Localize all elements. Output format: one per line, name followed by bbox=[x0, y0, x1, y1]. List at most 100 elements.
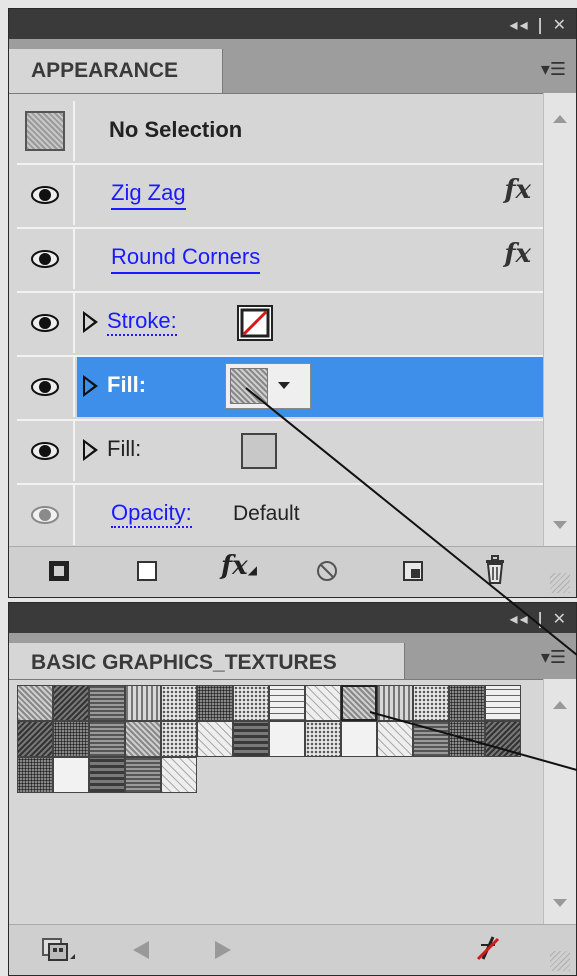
effect-link-zig-zag[interactable]: Zig Zag bbox=[111, 180, 186, 210]
fill-color-picker[interactable] bbox=[225, 363, 311, 409]
duplicate-item-icon[interactable] bbox=[403, 561, 423, 581]
tab-basic-graphics-textures[interactable]: BASIC GRAPHICS_TEXTURES bbox=[9, 643, 405, 679]
swatch-library-toolbar bbox=[9, 924, 576, 975]
delete-item-icon[interactable] bbox=[483, 555, 507, 590]
texture-swatch[interactable] bbox=[233, 721, 269, 757]
effect-link-round-corners[interactable]: Round Corners bbox=[111, 244, 261, 274]
texture-swatch[interactable] bbox=[53, 685, 89, 721]
collapse-close-controls[interactable]: ◂◂ | ✕ bbox=[510, 609, 568, 628]
next-library-icon[interactable] bbox=[215, 941, 231, 959]
add-new-effect-icon[interactable]: fx◢ bbox=[221, 551, 257, 581]
texture-swatch[interactable] bbox=[125, 721, 161, 757]
texture-swatch[interactable] bbox=[305, 721, 341, 757]
eye-icon bbox=[31, 314, 59, 332]
texture-swatch[interactable] bbox=[197, 721, 233, 757]
fill-label: Fill: bbox=[107, 372, 147, 397]
texture-swatch[interactable] bbox=[485, 721, 521, 757]
texture-swatch[interactable] bbox=[125, 685, 161, 721]
clear-appearance-icon[interactable] bbox=[315, 559, 339, 588]
add-new-stroke-icon[interactable] bbox=[49, 561, 69, 581]
texture-swatch[interactable] bbox=[197, 685, 233, 721]
none-swatch-icon[interactable] bbox=[475, 933, 501, 968]
opacity-value: Default bbox=[233, 502, 300, 525]
panel-titlebar[interactable]: ◂◂ | ✕ bbox=[9, 9, 576, 39]
visibility-toggle[interactable] bbox=[17, 421, 75, 481]
texture-swatch[interactable] bbox=[413, 721, 449, 757]
visibility-toggle[interactable] bbox=[17, 293, 75, 353]
texture-swatch[interactable] bbox=[269, 721, 305, 757]
texture-swatch[interactable] bbox=[233, 685, 269, 721]
texture-swatch[interactable] bbox=[305, 685, 341, 721]
texture-swatch[interactable] bbox=[449, 685, 485, 721]
add-new-fill-icon[interactable] bbox=[137, 561, 157, 581]
vertical-scrollbar[interactable] bbox=[543, 93, 576, 547]
effect-row-round-corners[interactable]: Round Corners fx bbox=[17, 229, 545, 293]
opacity-row[interactable]: Opacity: Default bbox=[17, 485, 545, 547]
fx-icon[interactable]: fx bbox=[504, 239, 531, 269]
scroll-up-icon[interactable] bbox=[553, 701, 567, 709]
eye-icon bbox=[31, 250, 59, 268]
texture-swatch[interactable] bbox=[89, 757, 125, 793]
texture-swatch[interactable] bbox=[53, 757, 89, 793]
texture-swatch[interactable] bbox=[161, 685, 197, 721]
texture-swatch[interactable] bbox=[413, 685, 449, 721]
appearance-rows: No Selection Zig Zag fx Round Corners fx bbox=[17, 101, 545, 547]
texture-swatch[interactable] bbox=[230, 368, 268, 404]
collapse-close-controls[interactable]: ◂◂ | ✕ bbox=[510, 15, 568, 34]
eye-icon bbox=[31, 442, 59, 460]
vertical-scrollbar[interactable] bbox=[543, 679, 576, 925]
fill-row[interactable]: Fill: bbox=[17, 421, 545, 485]
texture-swatch[interactable] bbox=[485, 685, 521, 721]
texture-swatch[interactable] bbox=[125, 757, 161, 793]
effect-row-zig-zag[interactable]: Zig Zag fx bbox=[17, 165, 545, 229]
visibility-toggle[interactable] bbox=[17, 485, 75, 545]
fill-label: Fill: bbox=[107, 436, 142, 461]
texture-swatch[interactable] bbox=[269, 685, 305, 721]
texture-swatch[interactable] bbox=[449, 721, 485, 757]
panel-menu-icon[interactable]: ▾☰ bbox=[541, 647, 566, 668]
panel-menu-icon[interactable]: ▾☰ bbox=[541, 59, 566, 80]
appearance-panel: ◂◂ | ✕ APPEARANCE ▾☰ No Selection Zig Za… bbox=[8, 8, 577, 598]
texture-swatch[interactable] bbox=[17, 685, 53, 721]
texture-swatch[interactable] bbox=[341, 721, 377, 757]
visibility-toggle[interactable] bbox=[17, 229, 75, 289]
expand-triangle-icon[interactable] bbox=[83, 311, 98, 333]
texture-swatch[interactable] bbox=[377, 685, 413, 721]
eye-icon bbox=[31, 506, 59, 524]
texture-swatch[interactable] bbox=[53, 721, 89, 757]
scroll-down-icon[interactable] bbox=[553, 899, 567, 907]
texture-swatch[interactable] bbox=[17, 721, 53, 757]
no-selection-label: No Selection bbox=[109, 117, 243, 142]
tab-row: BASIC GRAPHICS_TEXTURES ▾☰ bbox=[9, 633, 576, 680]
expand-triangle-icon[interactable] bbox=[83, 439, 98, 461]
scroll-up-icon[interactable] bbox=[553, 115, 567, 123]
fill-row-selected[interactable]: Fill: bbox=[17, 357, 545, 421]
tab-row: APPEARANCE ▾☰ bbox=[9, 39, 576, 94]
previous-library-icon[interactable] bbox=[133, 941, 149, 959]
texture-swatch[interactable] bbox=[161, 721, 197, 757]
stroke-label[interactable]: Stroke: bbox=[107, 308, 177, 336]
opacity-link[interactable]: Opacity: bbox=[111, 500, 192, 528]
expand-triangle-icon[interactable] bbox=[83, 375, 98, 397]
tab-appearance[interactable]: APPEARANCE bbox=[9, 49, 223, 93]
texture-swatch[interactable] bbox=[17, 757, 53, 793]
visibility-toggle[interactable] bbox=[17, 165, 75, 225]
texture-swatch[interactable] bbox=[377, 721, 413, 757]
none-swatch-icon[interactable] bbox=[237, 305, 273, 341]
texture-swatch[interactable] bbox=[89, 721, 125, 757]
scroll-down-icon[interactable] bbox=[553, 521, 567, 529]
eye-icon bbox=[31, 378, 59, 396]
fx-icon[interactable]: fx bbox=[504, 175, 531, 205]
resize-grip[interactable] bbox=[550, 573, 570, 593]
no-selection-row: No Selection bbox=[17, 101, 545, 165]
dropdown-arrow-icon[interactable] bbox=[278, 382, 290, 389]
stroke-row[interactable]: Stroke: bbox=[17, 293, 545, 357]
texture-swatch[interactable] bbox=[161, 757, 197, 793]
resize-grip[interactable] bbox=[550, 951, 570, 971]
visibility-toggle[interactable] bbox=[17, 357, 75, 417]
texture-swatch-selected[interactable] bbox=[341, 685, 377, 721]
swatch-libraries-menu-icon[interactable] bbox=[41, 935, 77, 968]
texture-swatch[interactable] bbox=[89, 685, 125, 721]
gray-swatch[interactable] bbox=[241, 433, 277, 469]
panel-titlebar[interactable]: ◂◂ | ✕ bbox=[9, 603, 576, 633]
